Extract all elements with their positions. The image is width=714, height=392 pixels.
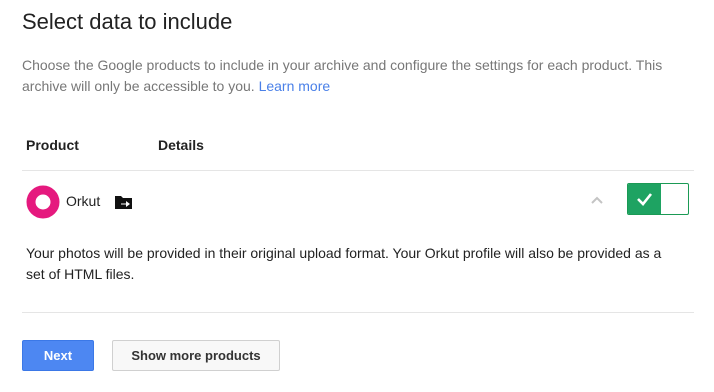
learn-more-link[interactable]: Learn more <box>259 78 331 94</box>
description-text: Choose the Google products to include in… <box>22 57 663 94</box>
product-row-orkut: Orkut <box>22 182 694 222</box>
toggle-on-state <box>628 184 661 214</box>
divider <box>22 170 694 171</box>
product-note: Your photos will be provided in their or… <box>26 245 662 282</box>
folder-move-icon[interactable] <box>114 193 134 211</box>
check-icon <box>637 193 653 206</box>
orkut-logo-icon <box>26 185 60 219</box>
archive-page: Select data to include Choose the Google… <box>0 0 714 392</box>
include-toggle[interactable] <box>627 183 689 215</box>
page-description: Choose the Google products to include in… <box>22 55 682 97</box>
divider <box>22 312 694 313</box>
column-header-details: Details <box>158 137 204 153</box>
show-more-products-button[interactable]: Show more products <box>112 340 280 371</box>
next-button[interactable]: Next <box>22 340 94 371</box>
column-header-product: Product <box>26 137 79 153</box>
chevron-up-icon[interactable] <box>589 193 605 207</box>
page-title: Select data to include <box>22 9 233 34</box>
product-name: Orkut <box>66 193 101 209</box>
